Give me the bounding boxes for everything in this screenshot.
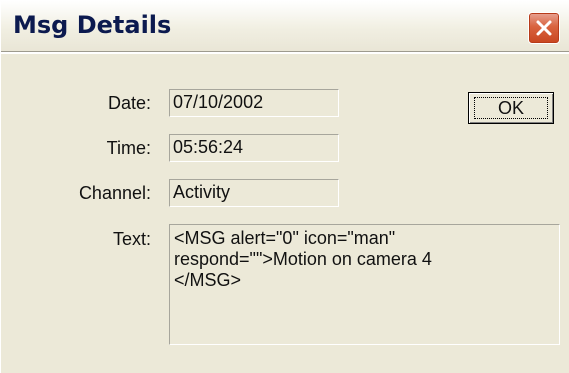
channel-label: Channel: <box>78 183 151 203</box>
text-label: Text: <box>112 229 151 249</box>
date-field: 07/10/2002 <box>169 89 339 117</box>
time-label: Time: <box>106 138 151 158</box>
time-field: 05:56:24 <box>169 134 339 162</box>
close-button[interactable] <box>528 12 560 44</box>
title-bar[interactable]: Msg Details <box>1 1 569 51</box>
title-separator-highlight <box>1 52 569 54</box>
msg-details-dialog: Msg Details Date: 07/10/2002 Time: 05:56… <box>0 0 569 373</box>
close-x-icon <box>536 20 552 36</box>
dialog-title: Msg Details <box>13 11 172 39</box>
ok-button-label: OK <box>497 98 524 118</box>
message-text-area[interactable]: <MSG alert="0" icon="man" respond="">Mot… <box>169 224 560 345</box>
ok-button[interactable]: OK <box>468 92 554 124</box>
channel-field: Activity <box>169 179 339 207</box>
date-label: Date: <box>107 93 151 113</box>
